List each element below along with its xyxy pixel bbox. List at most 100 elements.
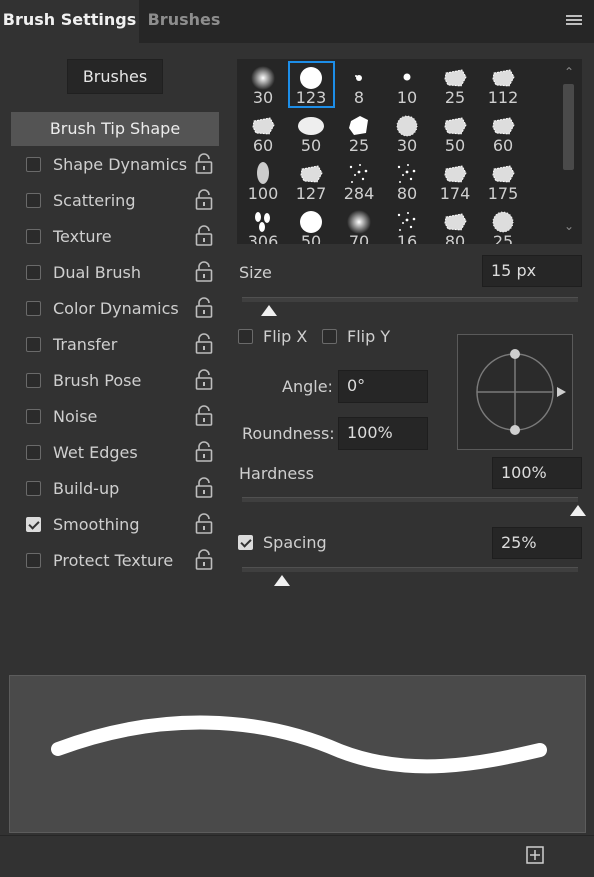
lock-icon[interactable]	[195, 369, 213, 391]
hardness-field[interactable]: 100%	[492, 457, 582, 489]
option-build-up[interactable]: Build-up	[26, 477, 226, 500]
brush-preset[interactable]: 25	[431, 62, 479, 110]
brush-preset-size: 60	[492, 136, 514, 155]
new-preset-icon[interactable]	[526, 846, 544, 864]
option-checkbox[interactable]	[26, 301, 41, 316]
lock-icon[interactable]	[195, 297, 213, 319]
tab-brush-settings[interactable]: Brush Settings	[0, 0, 139, 43]
option-shape-dynamics[interactable]: Shape Dynamics	[26, 153, 226, 176]
brush-preset[interactable]: 100	[239, 158, 287, 206]
preset-scrollbar[interactable]: ⌃ ⌄	[556, 59, 582, 244]
lock-icon[interactable]	[195, 549, 213, 571]
brush-preset[interactable]: 10	[383, 62, 431, 110]
option-checkbox[interactable]	[26, 553, 41, 568]
brush-preset[interactable]: 127	[287, 158, 335, 206]
brush-preset[interactable]: 30	[239, 62, 287, 110]
option-smoothing[interactable]: Smoothing	[26, 513, 226, 536]
lock-icon[interactable]	[195, 441, 213, 463]
brush-preset[interactable]: 175	[479, 158, 527, 206]
option-checkbox[interactable]	[26, 265, 41, 280]
brush-tip-shape-item[interactable]: Brush Tip Shape	[11, 112, 219, 146]
scroll-thumb[interactable]	[563, 84, 574, 170]
option-transfer[interactable]: Transfer	[26, 333, 226, 356]
spacing-option[interactable]: Spacing	[238, 532, 358, 554]
lock-icon[interactable]	[195, 333, 213, 355]
angle-roundness-widget[interactable]	[457, 334, 573, 450]
option-checkbox[interactable]	[26, 229, 41, 244]
option-checkbox[interactable]	[26, 409, 41, 424]
brush-preset[interactable]: 284	[335, 158, 383, 206]
brush-preset[interactable]: 25	[479, 206, 527, 244]
brush-preset[interactable]: 112	[479, 62, 527, 110]
brush-preset[interactable]: 123	[287, 62, 335, 110]
brush-preset-size: 25	[492, 232, 514, 244]
flip-x-option[interactable]: Flip X	[238, 326, 328, 348]
option-checkbox[interactable]	[26, 445, 41, 460]
option-brush-pose[interactable]: Brush Pose	[26, 369, 226, 392]
spacing-field[interactable]: 25%	[492, 527, 582, 559]
brush-preset[interactable]: 8	[335, 62, 383, 110]
spacing-slider-track[interactable]	[242, 567, 578, 572]
panel-menu-icon[interactable]	[566, 15, 582, 27]
brush-preset-size: 100	[247, 184, 279, 203]
flip-y-option[interactable]: Flip Y	[322, 326, 412, 348]
spacing-label: Spacing	[263, 533, 327, 552]
brush-preset[interactable]: 30	[383, 110, 431, 158]
brushes-button[interactable]: Brushes	[67, 59, 163, 94]
flip-y-checkbox[interactable]	[322, 329, 337, 344]
brush-preset[interactable]: 306	[239, 206, 287, 244]
size-slider-thumb[interactable]	[260, 305, 277, 316]
option-label: Scattering	[53, 191, 136, 210]
brush-preset-size: 112	[487, 88, 519, 107]
option-scattering[interactable]: Scattering	[26, 189, 226, 212]
brush-preset[interactable]: 25	[335, 110, 383, 158]
hardness-slider-track[interactable]	[242, 497, 578, 502]
brush-preset-size: 16	[396, 232, 418, 244]
flip-x-checkbox[interactable]	[238, 329, 253, 344]
lock-icon[interactable]	[195, 405, 213, 427]
brush-preset[interactable]: 60	[239, 110, 287, 158]
option-protect-texture[interactable]: Protect Texture	[26, 549, 226, 572]
option-checkbox[interactable]	[26, 337, 41, 352]
lock-icon[interactable]	[195, 225, 213, 247]
lock-icon[interactable]	[195, 513, 213, 535]
brush-preset[interactable]: 16	[383, 206, 431, 244]
size-field[interactable]: 15 px	[482, 255, 582, 287]
hardness-slider-thumb[interactable]	[570, 505, 586, 516]
option-wet-edges[interactable]: Wet Edges	[26, 441, 226, 464]
brush-preset[interactable]: 80	[383, 158, 431, 206]
brush-preset[interactable]: 50	[431, 110, 479, 158]
option-checkbox[interactable]	[26, 481, 41, 496]
scroll-down-icon[interactable]: ⌄	[564, 219, 574, 233]
scroll-up-icon[interactable]: ⌃	[564, 65, 574, 79]
option-texture[interactable]: Texture	[26, 225, 226, 248]
size-slider-track[interactable]	[242, 297, 578, 302]
brush-preset-size: 174	[439, 184, 471, 203]
option-checkbox[interactable]	[26, 373, 41, 388]
lock-icon[interactable]	[195, 153, 213, 175]
option-noise[interactable]: Noise	[26, 405, 226, 428]
spacing-checkbox[interactable]	[238, 535, 253, 550]
option-checkbox[interactable]	[26, 157, 41, 172]
brush-preset[interactable]: 174	[431, 158, 479, 206]
brush-preset-grid[interactable]: 30 123 8 10 25 112 60 50 25 30 50 60 100 127 284 80 174 1…	[237, 59, 582, 244]
option-checkbox[interactable]	[26, 193, 41, 208]
lock-icon[interactable]	[195, 189, 213, 211]
stroke-preview-icon	[51, 715, 547, 774]
brush-preset[interactable]: 50	[287, 110, 335, 158]
brush-preset-size: 25	[348, 136, 370, 155]
brush-preset[interactable]: 60	[479, 110, 527, 158]
tab-brushes[interactable]: Brushes	[139, 0, 229, 43]
brush-preset[interactable]: 80	[431, 206, 479, 244]
option-dual-brush[interactable]: Dual Brush	[26, 261, 226, 284]
brush-preset-size: 80	[396, 184, 418, 203]
option-checkbox[interactable]	[26, 517, 41, 532]
brush-preset[interactable]: 50	[287, 206, 335, 244]
option-color-dynamics[interactable]: Color Dynamics	[26, 297, 226, 320]
lock-icon[interactable]	[195, 261, 213, 283]
roundness-field[interactable]: 100%	[338, 417, 428, 450]
spacing-slider-thumb[interactable]	[274, 575, 291, 586]
angle-field[interactable]: 0°	[338, 370, 428, 403]
lock-icon[interactable]	[195, 477, 213, 499]
brush-preset[interactable]: 70	[335, 206, 383, 244]
